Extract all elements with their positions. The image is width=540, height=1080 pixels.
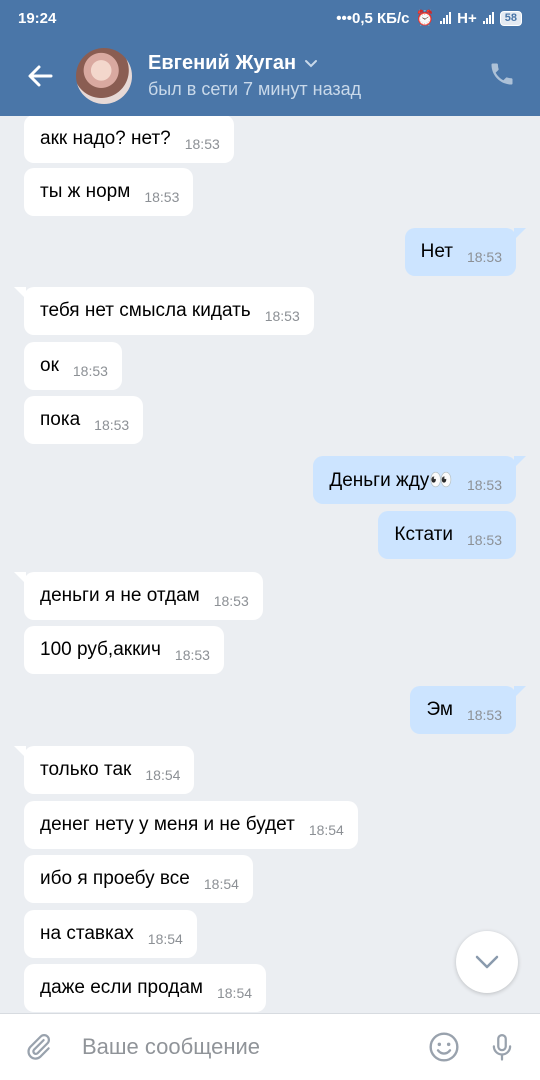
message-time: 18:53 bbox=[466, 532, 502, 548]
alarm-icon: ⏰ bbox=[415, 10, 435, 27]
message-time: 18:53 bbox=[466, 477, 502, 493]
message-bubble-incoming[interactable]: на ставках 18:54 bbox=[24, 910, 197, 958]
message-text: Эм bbox=[426, 699, 453, 720]
chevron-down-icon bbox=[475, 955, 499, 969]
back-button[interactable] bbox=[22, 58, 58, 94]
emoji-button[interactable] bbox=[424, 1027, 464, 1067]
contact-name: Евгений Жуган bbox=[148, 52, 297, 74]
message-bubble-outgoing[interactable]: Деньги жду👀 18:53 bbox=[313, 456, 526, 504]
battery-icon: 58 bbox=[499, 10, 522, 26]
message-text: деньги я не отдам bbox=[40, 585, 200, 606]
arrow-left-icon bbox=[28, 65, 53, 87]
message-text: только так bbox=[40, 759, 132, 780]
message-text: Кстати bbox=[394, 524, 453, 545]
message-text: ок bbox=[40, 355, 59, 376]
message-bubble-incoming[interactable]: деньги я не отдам 18:53 bbox=[14, 572, 263, 620]
message-bubble-incoming[interactable]: пока 18:53 bbox=[24, 396, 144, 444]
message-bubble-incoming[interactable]: 100 руб,аккич 18:53 bbox=[24, 626, 224, 674]
message-time: 18:53 bbox=[72, 363, 108, 379]
avatar[interactable] bbox=[76, 48, 132, 104]
bubble-tail bbox=[514, 686, 526, 698]
message-time: 18:53 bbox=[213, 593, 249, 609]
scroll-to-bottom-button[interactable] bbox=[456, 931, 518, 993]
message-time: 18:54 bbox=[147, 931, 183, 947]
message-bubble-incoming[interactable]: ок 18:53 bbox=[24, 342, 122, 390]
message-text: акк надо? нет? bbox=[40, 128, 171, 149]
message-text: Деньги жду👀 bbox=[329, 470, 453, 491]
smile-icon bbox=[429, 1032, 459, 1062]
message-time: 18:54 bbox=[145, 767, 181, 783]
message-bubble-incoming[interactable]: денег нету у меня и не будет 18:54 bbox=[24, 801, 358, 849]
message-bubble-outgoing[interactable]: Кстати 18:53 bbox=[378, 511, 516, 559]
message-text: Нет bbox=[420, 241, 453, 262]
message-composer bbox=[0, 1013, 540, 1080]
bubble-tail bbox=[14, 746, 26, 758]
message-time: 18:53 bbox=[144, 189, 180, 205]
message-bubble-outgoing[interactable]: Нет 18:53 bbox=[404, 228, 526, 276]
message-time: 18:53 bbox=[466, 707, 502, 723]
attach-button[interactable] bbox=[18, 1027, 58, 1067]
message-bubble-incoming[interactable]: даже если продам 18:54 bbox=[24, 964, 267, 1012]
message-text: тебя нет смысла кидать bbox=[40, 300, 251, 321]
message-time: 18:54 bbox=[203, 876, 239, 892]
network-type: H+ bbox=[457, 9, 477, 27]
message-text: денег нету у меня и не будет bbox=[40, 814, 295, 835]
message-time: 18:54 bbox=[216, 985, 253, 1001]
message-time: 18:53 bbox=[94, 417, 130, 433]
microphone-icon bbox=[492, 1034, 512, 1061]
status-time: 19:24 bbox=[18, 9, 57, 27]
message-list[interactable]: акк надо? нет? 18:53 ты ж норм 18:53 Нет… bbox=[0, 116, 540, 1013]
chevron-down-icon bbox=[305, 59, 318, 67]
message-text: 100 руб,аккич bbox=[40, 639, 161, 660]
voice-message-button[interactable] bbox=[482, 1027, 522, 1067]
message-text: пока bbox=[40, 409, 81, 430]
last-seen-status: был в сети 7 минут назад bbox=[148, 79, 362, 99]
signal-icon-2 bbox=[482, 12, 494, 24]
bubble-tail bbox=[514, 228, 526, 240]
message-bubble-outgoing[interactable]: Эм 18:53 bbox=[410, 686, 526, 734]
message-time: 18:53 bbox=[174, 647, 210, 663]
message-time: 18:53 bbox=[264, 308, 300, 324]
message-time: 18:53 bbox=[466, 249, 502, 265]
paperclip-icon bbox=[27, 1033, 51, 1060]
chat-header: Евгений Жуган был в сети 7 минут назад bbox=[0, 36, 540, 116]
message-text: ты ж норм bbox=[40, 181, 131, 202]
bubble-tail bbox=[514, 456, 526, 468]
call-button[interactable] bbox=[488, 60, 520, 92]
network-speed: •••0,5 КБ/с bbox=[336, 9, 410, 27]
bubble-tail bbox=[14, 572, 26, 584]
message-text: ибо я проебу все bbox=[40, 868, 190, 889]
message-bubble-incoming[interactable]: только так 18:54 bbox=[14, 746, 195, 794]
bubble-tail bbox=[14, 287, 26, 299]
contact-info[interactable]: Евгений Жуган был в сети 7 минут назад bbox=[148, 52, 361, 100]
message-input[interactable] bbox=[82, 1034, 424, 1060]
message-bubble-incoming[interactable]: ибо я проебу все 18:54 bbox=[24, 855, 253, 903]
status-bar: 19:24 •••0,5 КБ/с ⏰ H+ 58 bbox=[0, 0, 540, 36]
status-indicators: •••0,5 КБ/с ⏰ H+ 58 bbox=[336, 9, 522, 27]
message-bubble-incoming[interactable]: ты ж норм 18:53 bbox=[24, 168, 194, 216]
message-time: 18:54 bbox=[308, 822, 344, 838]
signal-icon bbox=[440, 12, 452, 24]
message-bubble-incoming[interactable]: акк надо? нет? 18:53 bbox=[24, 116, 234, 163]
message-time: 18:53 bbox=[184, 136, 220, 152]
phone-icon bbox=[491, 63, 513, 85]
message-text: на ставках bbox=[40, 923, 134, 944]
message-text: даже если продам bbox=[40, 977, 203, 998]
message-bubble-incoming[interactable]: тебя нет смысла кидать 18:53 bbox=[14, 287, 314, 335]
